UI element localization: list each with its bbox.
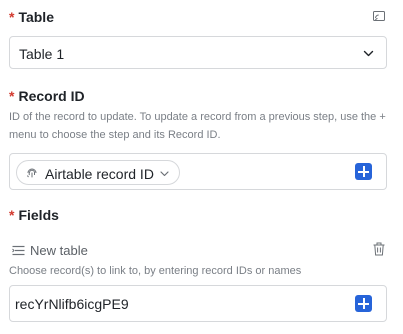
table-select[interactable]: Table 1 bbox=[9, 36, 387, 69]
cast-icon[interactable] bbox=[373, 10, 385, 22]
table-select-value: Table 1 bbox=[19, 46, 65, 62]
required-mark: * bbox=[9, 207, 15, 223]
record-links-value: recYrNlifb6icgPE9 bbox=[15, 296, 129, 312]
record-id-pill[interactable]: Airtable record ID bbox=[16, 160, 180, 185]
record-id-label-text: Record ID bbox=[18, 88, 85, 104]
table-label-text: Table bbox=[18, 9, 54, 25]
record-id-pill-label: Airtable record ID bbox=[45, 166, 154, 182]
fingerprint-icon bbox=[27, 168, 37, 178]
chevron-down-icon bbox=[160, 171, 169, 177]
record-id-label: * Record ID bbox=[9, 88, 85, 104]
required-mark: * bbox=[9, 9, 15, 25]
record-id-helper-text: ID of the record to update. To update a … bbox=[9, 111, 386, 141]
fields-label: * Fields bbox=[9, 207, 59, 223]
required-mark: * bbox=[9, 88, 15, 104]
table-label: * Table bbox=[9, 9, 54, 25]
plus-icon[interactable] bbox=[355, 163, 372, 180]
fields-label-text: Fields bbox=[18, 207, 59, 223]
chevron-down-icon bbox=[363, 50, 374, 57]
record-links-input[interactable]: recYrNlifb6icgPE9 bbox=[9, 285, 387, 322]
field-name: New table bbox=[30, 243, 88, 258]
trash-icon[interactable] bbox=[373, 242, 385, 256]
plus-icon[interactable] bbox=[355, 295, 372, 312]
fields-helper-text: Choose record(s) to link to, by entering… bbox=[9, 265, 302, 277]
linked-list-icon bbox=[12, 245, 25, 256]
record-id-field[interactable]: Airtable record ID bbox=[9, 153, 387, 190]
